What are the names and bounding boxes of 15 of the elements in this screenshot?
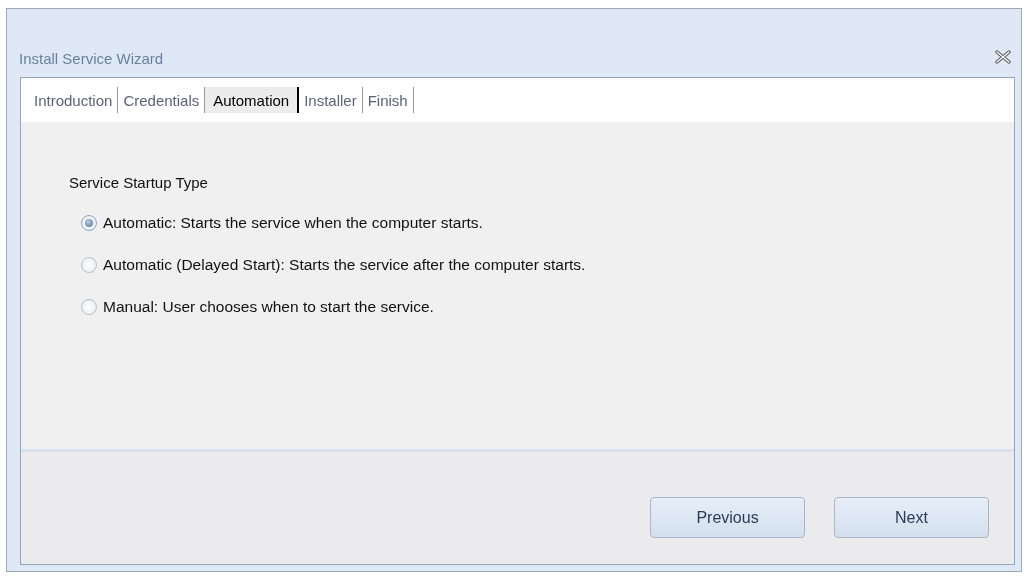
option-label: Manual: User chooses when to start the service. — [103, 298, 434, 316]
radio-button[interactable] — [81, 257, 97, 273]
tab[interactable]: Installer — [299, 87, 363, 113]
tab[interactable]: Introduction — [29, 87, 119, 113]
tab[interactable]: Automation — [205, 87, 300, 113]
option-label: Automatic (Delayed Start): Starts the service after the computer starts. — [103, 256, 586, 274]
section-title: Service Startup Type — [69, 174, 209, 191]
close-icon[interactable] — [995, 50, 1011, 64]
radio-button[interactable] — [81, 215, 97, 231]
tab[interactable]: Finish — [362, 87, 414, 113]
previous-button[interactable]: Previous — [650, 497, 805, 538]
radio-button[interactable] — [81, 299, 97, 315]
option-label: Automatic: Starts the service when the computer starts. — [103, 214, 483, 232]
next-button[interactable]: Next — [834, 497, 989, 538]
window-title: Install Service Wizard — [19, 50, 164, 67]
